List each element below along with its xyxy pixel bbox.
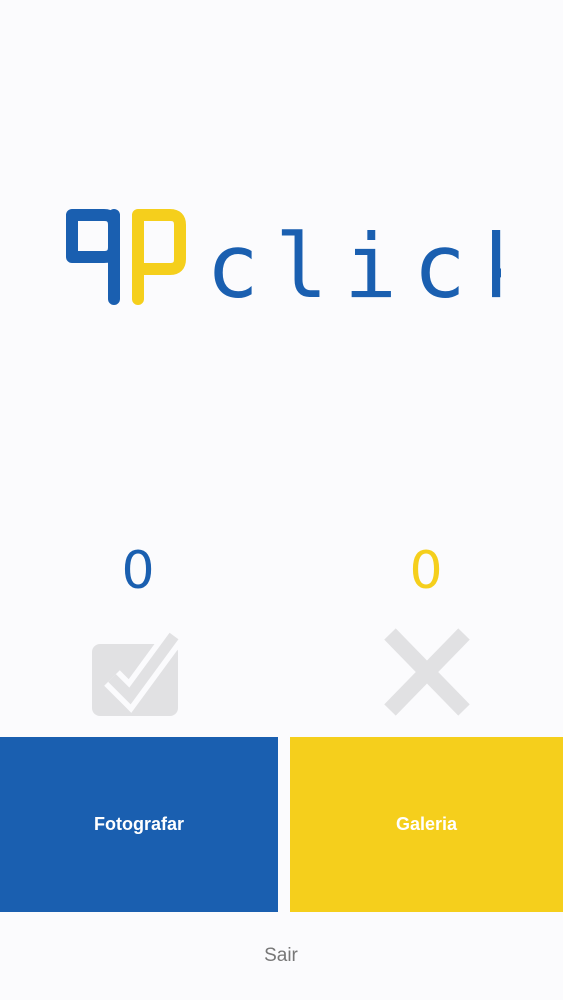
logo-mark-blue <box>66 209 120 305</box>
fail-count: 0 <box>409 541 443 601</box>
logo-wordmark: click <box>206 215 501 307</box>
gallery-button[interactable]: Galeria <box>290 737 563 912</box>
photograph-button[interactable]: Fotografar <box>0 737 278 912</box>
app-logo: click <box>66 207 501 307</box>
exit-button[interactable]: Sair <box>231 938 331 974</box>
cross-icon <box>380 626 472 718</box>
logo-mark-yellow <box>132 209 186 305</box>
success-count: 0 <box>121 541 155 601</box>
checkmark-icon <box>90 626 183 718</box>
